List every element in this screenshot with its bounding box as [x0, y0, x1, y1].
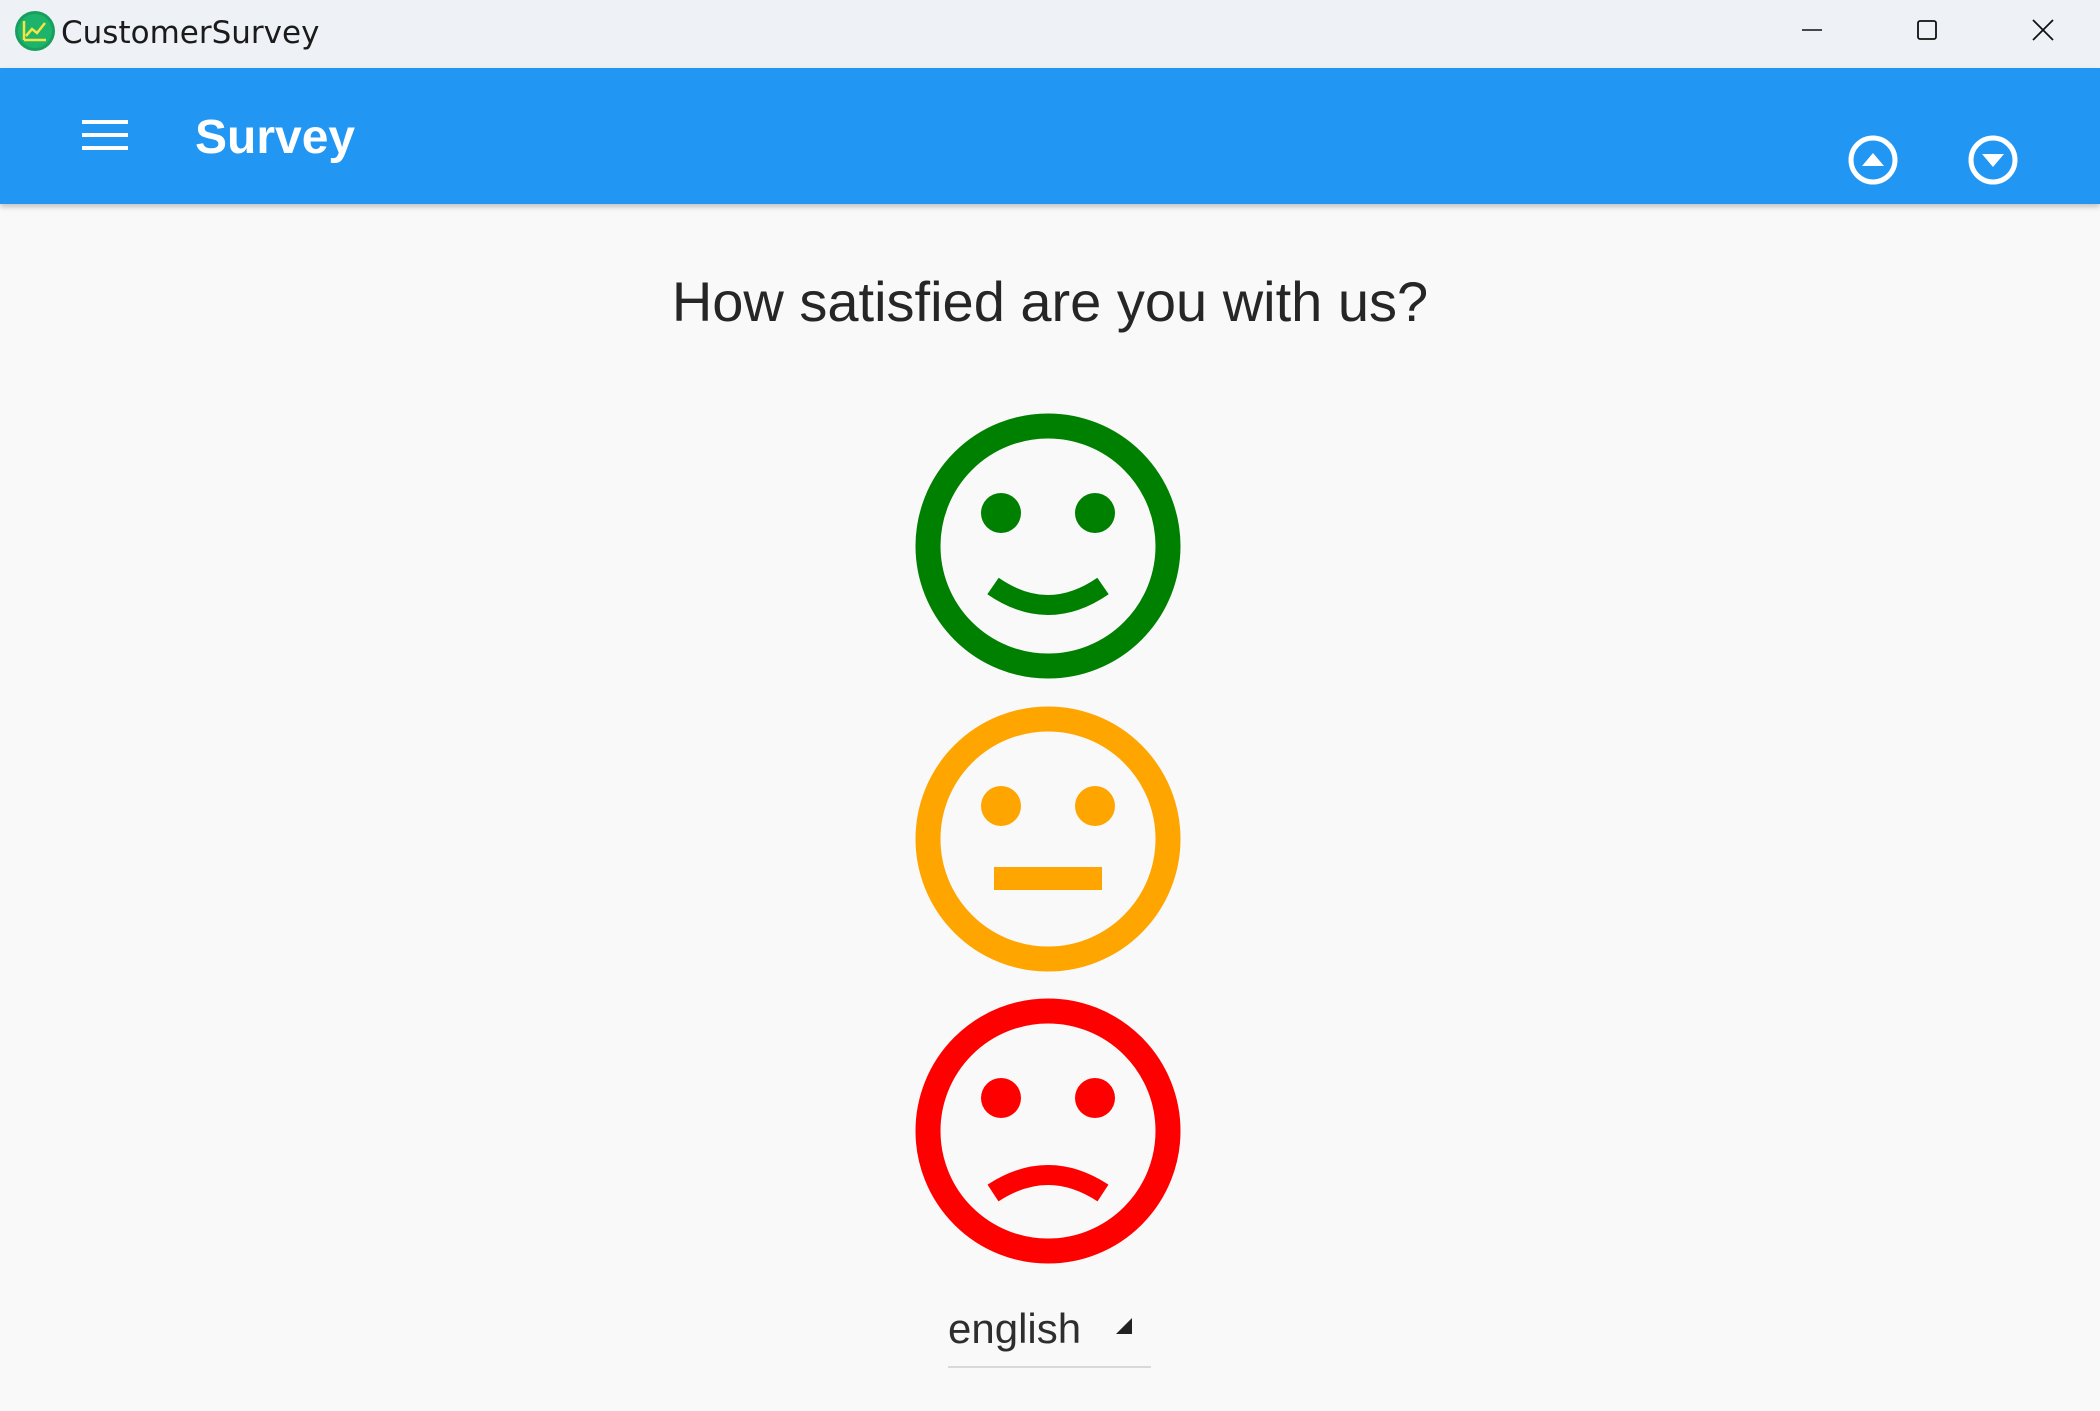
- survey-question: How satisfied are you with us?: [671, 270, 1429, 333]
- language-selected-value: english: [948, 1305, 1082, 1352]
- language-select[interactable]: english: [948, 1300, 1151, 1368]
- chevron-up-circle-icon[interactable]: [1838, 125, 1908, 195]
- happy-face-button[interactable]: [914, 412, 1182, 680]
- chevron-down-circle-icon[interactable]: [1958, 125, 2028, 195]
- minimize-icon: [1802, 29, 1822, 31]
- close-button[interactable]: [1988, 0, 2098, 60]
- close-icon: [2032, 19, 2054, 41]
- maximize-button[interactable]: [1872, 0, 1982, 60]
- minimize-button[interactable]: [1757, 0, 1867, 60]
- window-title: CustomerSurvey: [61, 15, 320, 51]
- app-bar: Survey: [0, 68, 2100, 204]
- app-logo-icon: [15, 11, 55, 51]
- sad-face-button[interactable]: [914, 997, 1182, 1265]
- neutral-face-button[interactable]: [914, 705, 1182, 973]
- page-title: Survey: [195, 111, 356, 164]
- menu-icon: [82, 120, 128, 150]
- dropdown-arrow-icon: [1116, 1318, 1132, 1334]
- maximize-icon: [1917, 20, 1937, 40]
- window-titlebar: CustomerSurvey: [0, 0, 2100, 68]
- menu-button[interactable]: [74, 104, 136, 166]
